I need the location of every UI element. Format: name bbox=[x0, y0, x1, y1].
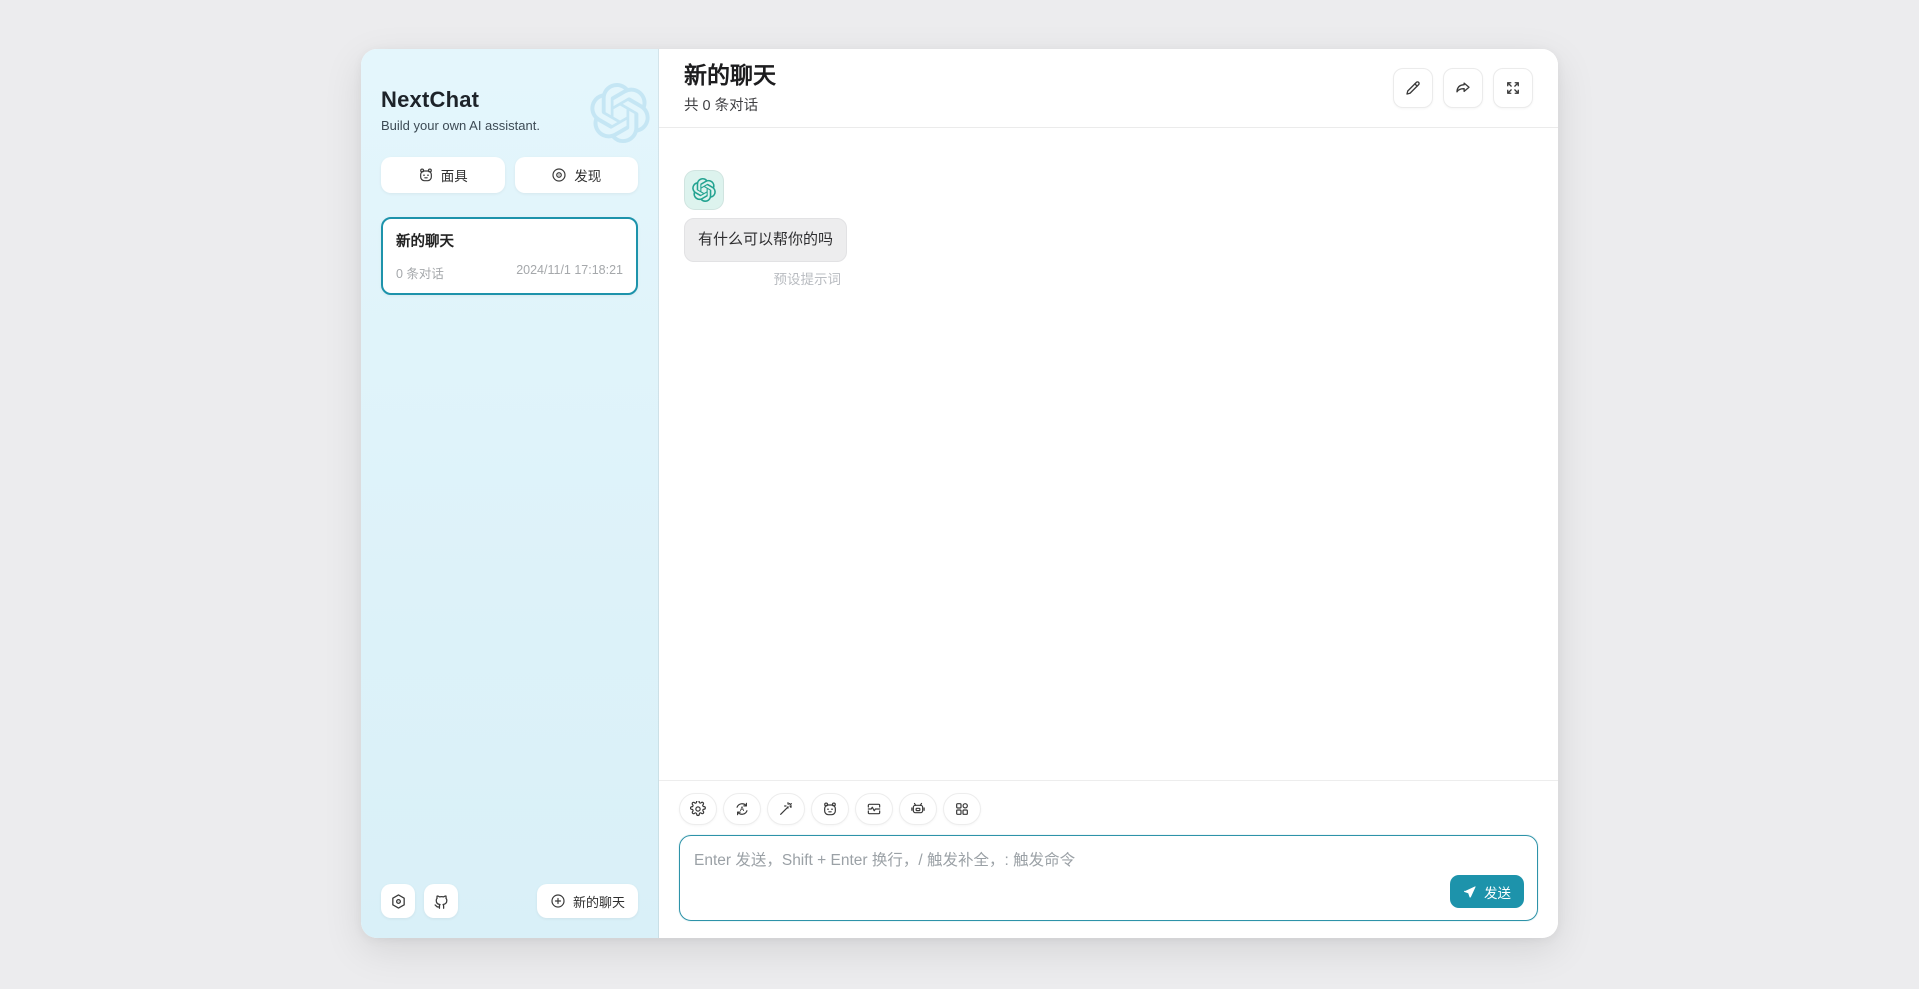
mask-icon bbox=[418, 167, 434, 183]
chat-item-meta: 0 条对话 2024/11/1 17:18:21 bbox=[396, 263, 623, 282]
fullscreen-button[interactable] bbox=[1493, 68, 1533, 108]
message-input[interactable] bbox=[680, 836, 1537, 920]
composer-panel: A bbox=[659, 780, 1558, 938]
github-icon bbox=[433, 893, 450, 910]
chat-list-item-selected[interactable]: 新的聊天 0 条对话 2024/11/1 17:18:21 bbox=[381, 217, 638, 295]
message-input-wrap: 发送 bbox=[679, 835, 1538, 921]
openai-flower-icon bbox=[590, 83, 650, 143]
pencil-icon bbox=[1404, 79, 1422, 97]
sidebar-actions: 面具 发现 bbox=[381, 157, 638, 193]
chat-subtitle: 共 0 条对话 bbox=[684, 94, 776, 115]
sidebar: NextChat Build your own AI assistant. 面具… bbox=[361, 49, 659, 938]
theme-button[interactable]: A bbox=[723, 793, 761, 825]
clear-context-button[interactable] bbox=[855, 793, 893, 825]
chat-item-count: 0 条对话 bbox=[396, 263, 444, 282]
chat-body: 有什么可以帮你的吗 预设提示词 bbox=[659, 128, 1558, 780]
discover-button-label: 发现 bbox=[574, 165, 601, 185]
discover-button[interactable]: 发现 bbox=[515, 157, 639, 193]
rename-button[interactable] bbox=[1393, 68, 1433, 108]
discover-icon bbox=[551, 167, 567, 183]
chat-title: 新的聊天 bbox=[684, 62, 776, 90]
mask-button-label: 面具 bbox=[441, 165, 468, 185]
assistant-message: 有什么可以帮你的吗 预设提示词 bbox=[684, 170, 847, 288]
chat-header-titles: 新的聊天 共 0 条对话 bbox=[684, 62, 776, 115]
assistant-message-bubble[interactable]: 有什么可以帮你的吗 bbox=[684, 218, 847, 262]
gear-icon bbox=[690, 801, 706, 817]
shortcuts-grid-icon bbox=[954, 801, 970, 817]
model-select-button[interactable] bbox=[899, 793, 937, 825]
svg-text:A: A bbox=[740, 807, 745, 813]
sidebar-footer: 新的聊天 bbox=[381, 884, 638, 918]
chat-panel: 新的聊天 共 0 条对话 bbox=[659, 49, 1558, 938]
clear-context-icon bbox=[866, 801, 882, 817]
chat-header: 新的聊天 共 0 条对话 bbox=[659, 49, 1558, 128]
send-button-label: 发送 bbox=[1484, 882, 1511, 902]
composer-toolbar: A bbox=[679, 793, 1538, 825]
chat-settings-button[interactable] bbox=[679, 793, 717, 825]
send-button[interactable]: 发送 bbox=[1450, 875, 1524, 908]
paper-plane-icon bbox=[1463, 885, 1477, 899]
new-chat-button-label: 新的聊天 bbox=[573, 892, 625, 911]
share-icon bbox=[1454, 79, 1472, 97]
masks-button[interactable] bbox=[811, 793, 849, 825]
github-button[interactable] bbox=[424, 884, 458, 918]
preset-prompt-hint: 预设提示词 bbox=[774, 268, 848, 288]
settings-icon bbox=[390, 893, 407, 910]
export-button[interactable] bbox=[1443, 68, 1483, 108]
magic-wand-icon bbox=[778, 801, 794, 817]
chat-item-title: 新的聊天 bbox=[396, 230, 623, 251]
fullscreen-icon bbox=[1504, 79, 1522, 97]
chat-header-actions bbox=[1393, 68, 1533, 108]
assistant-avatar bbox=[684, 170, 724, 210]
chat-list: 新的聊天 0 条对话 2024/11/1 17:18:21 bbox=[381, 217, 638, 884]
new-chat-button[interactable]: 新的聊天 bbox=[537, 884, 638, 918]
prompts-button[interactable] bbox=[767, 793, 805, 825]
openai-flower-icon bbox=[692, 178, 716, 202]
mask-icon bbox=[822, 801, 838, 817]
shortcuts-button[interactable] bbox=[943, 793, 981, 825]
app-window: NextChat Build your own AI assistant. 面具… bbox=[361, 49, 1558, 938]
mask-button[interactable]: 面具 bbox=[381, 157, 505, 193]
robot-icon bbox=[910, 801, 926, 817]
plus-circle-icon bbox=[550, 893, 566, 909]
theme-auto-icon: A bbox=[734, 801, 750, 817]
chat-item-timestamp: 2024/11/1 17:18:21 bbox=[516, 263, 623, 282]
settings-button[interactable] bbox=[381, 884, 415, 918]
